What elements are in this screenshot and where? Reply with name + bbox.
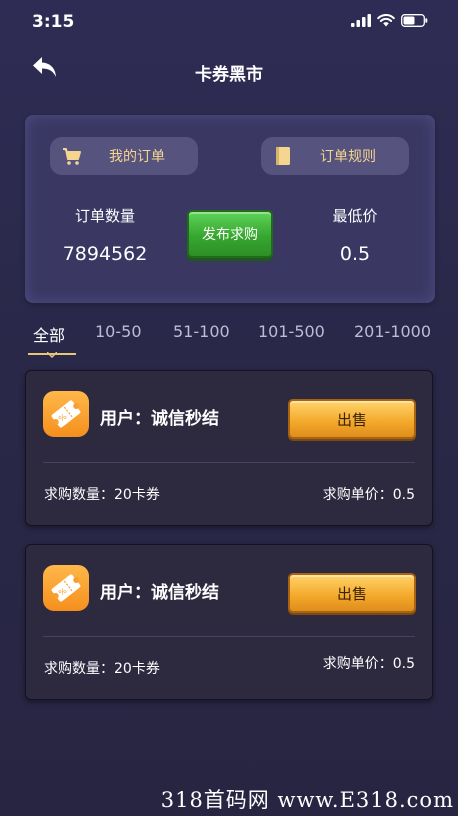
- nav-bar: 卡券黑市: [0, 48, 458, 92]
- listing-quantity: 求购数量：20卡券: [44, 487, 160, 503]
- status-time: 3:15: [32, 12, 75, 32]
- sell-label: 出售: [336, 410, 367, 429]
- coupon-app-icon: %: [43, 565, 89, 611]
- order-rules-label: 订单规则: [320, 149, 376, 165]
- min-price-label: 最低价: [332, 207, 378, 225]
- card-divider: [43, 636, 415, 637]
- my-orders-button[interactable]: 我的订单: [50, 137, 198, 175]
- caret-down-icon: [47, 352, 57, 358]
- listing-unit-price: 求购单价：0.5: [322, 487, 415, 503]
- sell-button[interactable]: 出售: [288, 573, 416, 613]
- signal-icon: [351, 14, 371, 27]
- page-title: 卡券黑市: [195, 65, 263, 85]
- publish-request-label: 发布求购: [202, 227, 258, 243]
- tab-201-1000[interactable]: 201-1000: [354, 322, 431, 341]
- listing-unit-price: 求购单价：0.5: [322, 656, 415, 672]
- summary-panel: 我的订单 订单规则 订单数量 7894562 发布求购 最低价 0.5: [25, 115, 435, 303]
- listing-card: % 用户：诚信秒结 出售 求购数量：20卡券 求购单价：0.5: [25, 544, 433, 700]
- publish-request-button[interactable]: 发布求购: [187, 210, 273, 258]
- order-count-value: 7894562: [62, 243, 148, 265]
- price-range-tabs: 全部 10-50 51-100 101-500 201-1000: [0, 318, 458, 358]
- listing-quantity: 求购数量：20卡券: [44, 661, 160, 677]
- watermark: 318首码网 www.E318.com: [160, 788, 454, 812]
- min-price-value: 0.5: [339, 243, 371, 265]
- status-bar: 3:15: [0, 0, 458, 46]
- listing-user: 用户：诚信秒结: [100, 583, 219, 603]
- tab-10-50[interactable]: 10-50: [95, 322, 142, 341]
- card-divider: [43, 462, 415, 463]
- sell-button[interactable]: 出售: [288, 399, 416, 439]
- status-icons: [351, 14, 428, 27]
- wifi-icon: [377, 14, 395, 27]
- tab-101-500[interactable]: 101-500: [258, 322, 325, 341]
- coupon-ticket-icon: %: [51, 574, 81, 602]
- listing-user: 用户：诚信秒结: [100, 409, 219, 429]
- tab-51-100[interactable]: 51-100: [173, 322, 230, 341]
- tab-all[interactable]: 全部: [33, 322, 65, 346]
- sell-label: 出售: [336, 584, 367, 603]
- my-orders-label: 我的订单: [109, 149, 165, 165]
- listing-card: % 用户：诚信秒结 出售 求购数量：20卡券 求购单价：0.5: [25, 370, 433, 526]
- coupon-ticket-icon: %: [51, 400, 81, 428]
- battery-icon: [401, 14, 428, 27]
- coupon-app-icon: %: [43, 391, 89, 437]
- order-count-label: 订单数量: [74, 207, 135, 225]
- order-rules-button[interactable]: 订单规则: [261, 137, 409, 175]
